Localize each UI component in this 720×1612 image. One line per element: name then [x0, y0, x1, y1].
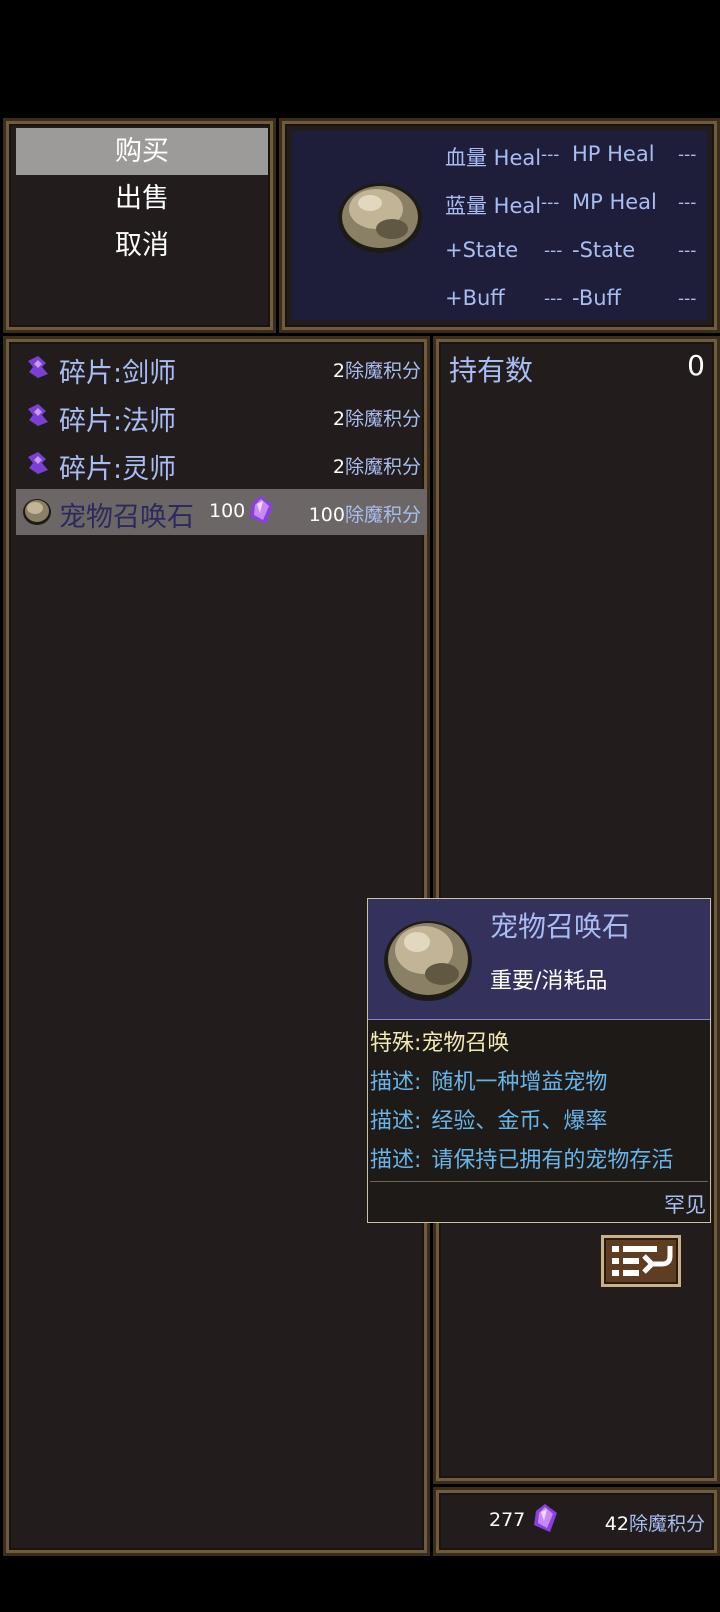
purple-shard-icon [28, 452, 48, 474]
description-text: 随机一种增益宠物 [431, 1070, 608, 1095]
buy-command[interactable]: 购买 [16, 128, 268, 175]
cancel-command[interactable]: 取消 [16, 222, 268, 269]
description-key: 描述: [370, 1070, 422, 1095]
summon-stone-icon [384, 921, 472, 1001]
price-unit: 除魔积分 [344, 360, 421, 382]
price-amount: 2 [332, 456, 345, 478]
description-text: 经验、金币、爆率 [431, 1109, 608, 1134]
price-unit: 除魔积分 [344, 408, 421, 430]
remove-state-value: --- [678, 241, 697, 261]
item-price: 2除魔积分 [333, 452, 421, 479]
shop-item-row[interactable]: 碎片:剑师 2除魔积分 [16, 345, 427, 391]
mp-heal-en-label: MP Heal [572, 190, 657, 214]
tooltip-description: 描述: 经验、金币、爆率 [370, 1103, 607, 1135]
tooltip-description: 描述: 随机一种增益宠物 [370, 1064, 607, 1096]
item-name: 碎片:灵师 [59, 454, 177, 485]
points-unit: 除魔积分 [628, 1513, 705, 1535]
price-amount: 2 [332, 360, 345, 382]
item-name: 宠物召唤石 [59, 502, 194, 533]
remove-buff-value: --- [678, 289, 697, 309]
owned-count-value: 0 [687, 349, 705, 382]
item-tooltip: 宠物召唤石 重要/消耗品 特殊:宠物召唤 描述: 随机一种增益宠物 描述: 经验、金… [367, 898, 711, 1223]
remove-state-label: -State [572, 238, 636, 262]
material-quantity: 100 [209, 500, 246, 522]
points-currency: 42除魔积分 [605, 1509, 705, 1536]
tooltip-rarity: 罕见 [664, 1193, 706, 1217]
description-text: 请保持已拥有的宠物存活 [431, 1148, 674, 1173]
points-amount: 42 [604, 1513, 629, 1535]
tooltip-special: 特殊:宠物召唤 [370, 1031, 510, 1056]
tooltip-item-type: 重要/消耗品 [490, 969, 608, 994]
description-key: 描述: [370, 1148, 422, 1173]
mp-heal-label: 蓝量 Heal [445, 194, 542, 218]
summon-stone-icon [23, 499, 51, 525]
add-state-value: --- [544, 241, 563, 261]
command-window: 购买 出售 取消 [3, 118, 276, 333]
price-unit: 除魔积分 [344, 456, 421, 478]
remove-buff-label: -Buff [572, 286, 622, 310]
add-state-label: +State [445, 238, 519, 262]
item-name: 碎片:法师 [59, 406, 177, 437]
purple-crystal-icon [250, 496, 273, 524]
shop-item-row-selected[interactable]: 宠物召唤石 100 100除魔积分 [16, 489, 427, 535]
purple-crystal-icon [534, 1504, 557, 1532]
price-unit: 除魔积分 [344, 504, 421, 526]
shop-item-row[interactable]: 碎片:法师 2除魔积分 [16, 393, 427, 439]
hp-heal-en-label: HP Heal [572, 142, 655, 166]
item-price: 2除魔积分 [333, 404, 421, 431]
description-key: 描述: [370, 1109, 422, 1134]
material-currency-amount: 277 [489, 1509, 526, 1531]
summon-stone-icon [338, 183, 422, 253]
add-buff-label: +Buff [445, 286, 505, 310]
tooltip-description: 描述: 请保持已拥有的宠物存活 [370, 1142, 673, 1174]
list-toggle-button[interactable] [601, 1235, 681, 1287]
tooltip-item-name: 宠物召唤石 [490, 910, 631, 943]
currency-window: 277 42除魔积分 [433, 1487, 720, 1556]
shop-item-list[interactable]: 碎片:剑师 2除魔积分 碎片:法师 2除魔积分 碎片:灵师 2除魔积分 宠物召唤… [3, 336, 430, 1556]
add-buff-value: --- [544, 289, 563, 309]
tooltip-header: 宠物召唤石 重要/消耗品 [368, 899, 710, 1020]
status-background: 血量 Heal --- HP Heal --- 蓝量 Heal --- MP H… [292, 131, 707, 320]
owned-count-label: 持有数 [449, 354, 534, 387]
tooltip-divider [370, 1181, 708, 1182]
purple-shard-icon [28, 356, 48, 378]
shop-item-row[interactable]: 碎片:灵师 2除魔积分 [16, 441, 427, 487]
hp-heal-en-value: --- [678, 145, 697, 165]
sell-command[interactable]: 出售 [16, 175, 268, 222]
price-amount: 2 [332, 408, 345, 430]
item-status-window: 血量 Heal --- HP Heal --- 蓝量 Heal --- MP H… [279, 118, 720, 333]
item-price: 100除魔积分 [309, 500, 421, 527]
mp-heal-en-value: --- [678, 193, 697, 213]
item-price: 2除魔积分 [333, 356, 421, 383]
price-amount: 100 [308, 504, 345, 526]
list-toggle-icon [612, 1246, 673, 1276]
purple-shard-icon [28, 404, 48, 426]
hp-heal-label: 血量 Heal [445, 146, 542, 170]
hp-heal-value: --- [541, 145, 560, 165]
mp-heal-value: --- [541, 193, 560, 213]
item-name: 碎片:剑师 [59, 358, 177, 389]
